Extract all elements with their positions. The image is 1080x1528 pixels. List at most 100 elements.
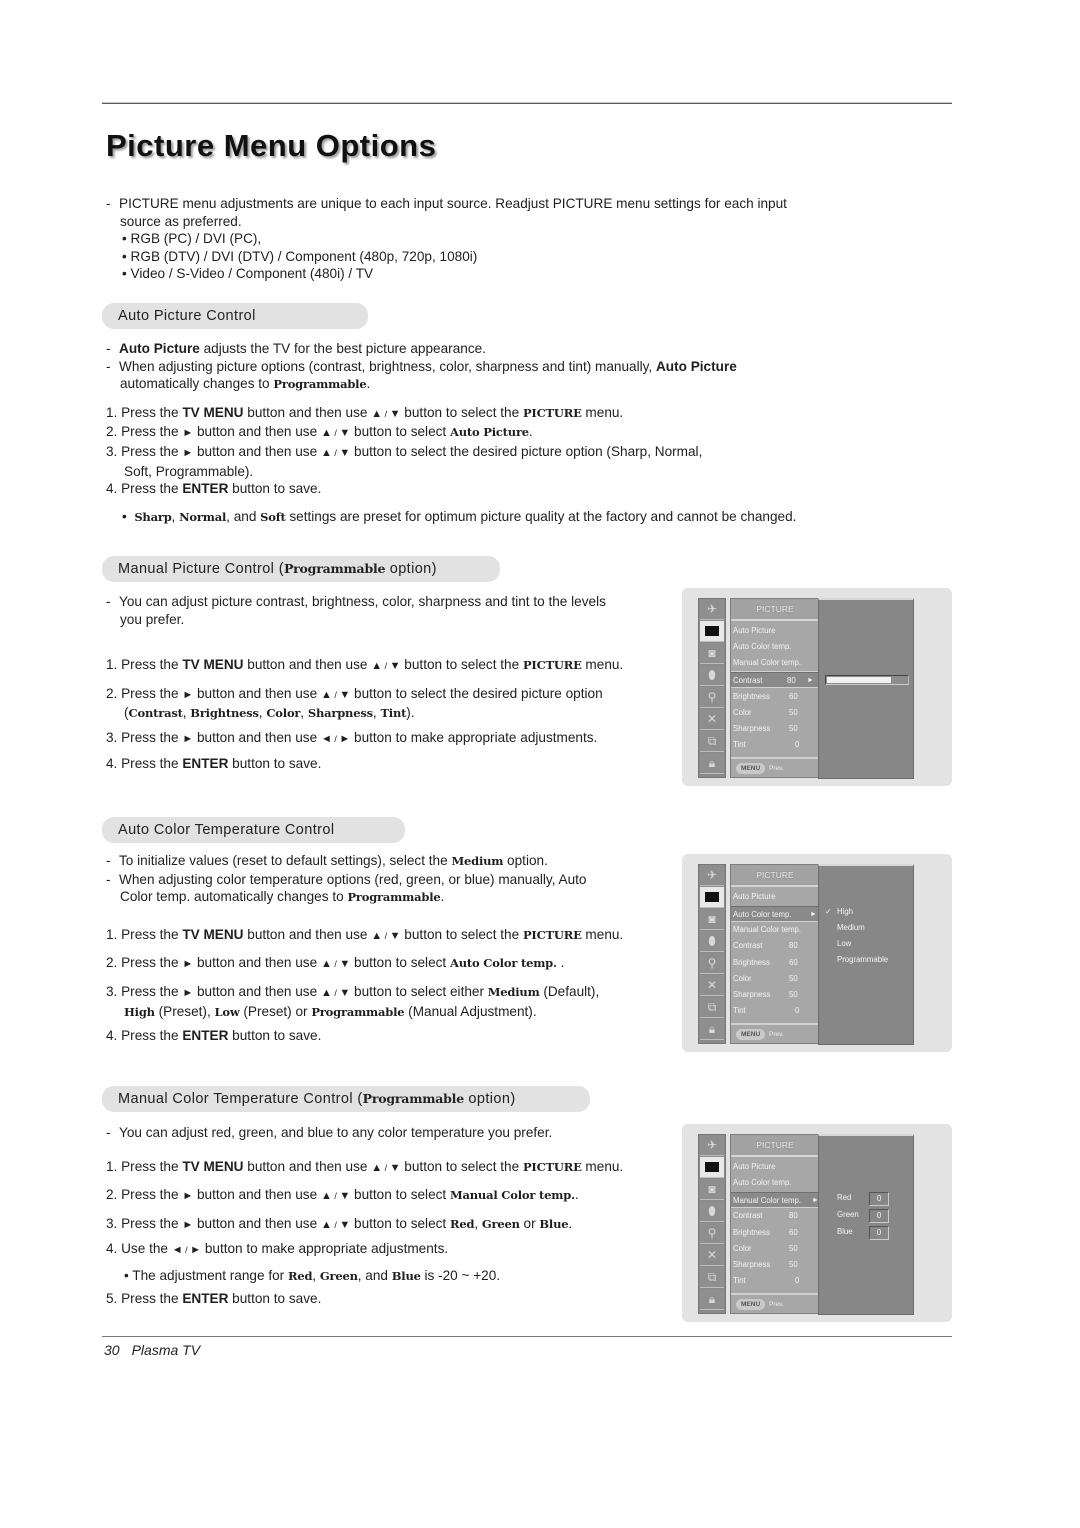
step-2: 2. Press the ► button and then use ▲ / ▼… (106, 424, 533, 440)
range-note: • The adjustment range for Red, Green, a… (124, 1267, 501, 1283)
contrast-level-bar[interactable] (825, 675, 909, 685)
picture-icon (700, 887, 724, 908)
rgb-value-blue[interactable]: 0 (869, 1226, 889, 1240)
osd-item-brightness[interactable]: Brightness 60 (733, 955, 817, 971)
rgb-label-red: Red (837, 1193, 852, 1202)
speaker-icon: ◙ (700, 1179, 724, 1200)
bottom-rule (102, 1336, 952, 1337)
pip-icon: ⧉ (700, 997, 724, 1018)
osd-prev-label: Prev. (769, 1301, 784, 1308)
contrast-level-fill (827, 677, 891, 683)
timer-icon: ⬮ (700, 931, 724, 952)
timer-icon: ⬮ (700, 1201, 724, 1222)
step-2: 2. Press the ► button and then use ▲ / ▼… (106, 685, 603, 701)
osd-item-sharpness[interactable]: Sharpness 50 (733, 987, 817, 1003)
check-icon: ✓ (825, 907, 832, 916)
auto-color-bullet-2-cont: Color temp. automatically changes to Pro… (120, 889, 445, 905)
speaker-icon: ◙ (700, 643, 724, 664)
step-4: 4. Use the ◄ / ► button to make appropri… (106, 1241, 449, 1257)
section-heading-manual-color-temp: Manual Color Temperature Control (Progra… (102, 1086, 590, 1112)
osd-picture-menu: PICTURE Auto Picture Auto Color temp. Ma… (730, 1134, 820, 1314)
step-3-cont: High (Preset), Low (Preset) or Programma… (124, 1003, 537, 1019)
step-3-cont: Soft, Programmable). (124, 463, 254, 479)
color-temp-option-medium[interactable]: Medium (837, 920, 865, 936)
step-1: 1. Press the TV MENU button and then use… (106, 404, 624, 420)
osd-item-color[interactable]: Color 50 (733, 1241, 817, 1257)
osd-screenshot-contrast: ✈ ◙ ⬮ ⚲ ✕ ⧉ 🔒︎ PICTURE Auto Picture Auto… (682, 588, 952, 786)
osd-item-tint[interactable]: Tint 0 (733, 737, 817, 753)
rgb-label-green: Green (837, 1210, 859, 1219)
osd-menu-button[interactable]: MENU (736, 763, 766, 774)
osd-item-auto-picture[interactable]: Auto Picture (733, 1159, 817, 1175)
intro-section: - PICTURE menu adjustments are unique to … (106, 195, 866, 283)
page-number: 30 (104, 1342, 120, 1358)
rgb-value-green[interactable]: 0 (869, 1209, 889, 1223)
osd-menu-button[interactable]: MENU (736, 1299, 766, 1310)
osd-item-contrast[interactable]: Contrast 80 (733, 1208, 817, 1224)
section-heading-auto-color-temp: Auto Color Temperature Control (102, 817, 405, 843)
osd-item-auto-picture[interactable]: Auto Picture (733, 889, 817, 905)
rgb-value-red[interactable]: 0 (869, 1192, 889, 1206)
section-heading-auto-picture: Auto Picture Control (102, 303, 368, 329)
osd-item-sharpness[interactable]: Sharpness 50 (733, 1257, 817, 1273)
step-1: 1. Press the TV MENU button and then use… (106, 1158, 624, 1174)
osd-item-tint[interactable]: Tint 0 (733, 1273, 817, 1289)
cross-icon: ✕ (700, 709, 724, 730)
osd-item-manual-color-temp[interactable]: Manual Color temp. (733, 922, 817, 938)
auto-picture-bullet-2: - When adjusting picture options (contras… (106, 358, 737, 374)
satellite-dish-icon: ✈ (700, 1135, 724, 1156)
osd-item-brightness[interactable]: Brightness 60 (733, 689, 817, 705)
step-3: 3. Press the ► button and then use ▲ / ▼… (106, 983, 600, 999)
osd-item-sharpness[interactable]: Sharpness 50 (733, 721, 817, 737)
auto-color-section: - To initialize values (reset to default … (106, 852, 666, 1045)
satellite-dish-icon: ✈ (700, 599, 724, 620)
osd-icon-bar: ✈ ◙ ⬮ ⚲ ✕ ⧉ 🔒︎ (698, 1134, 726, 1314)
osd-screenshot-auto-color-temp: ✈ ◙ ⬮ ⚲ ✕ ⧉ 🔒︎ PICTURE Auto Picture Auto… (682, 854, 952, 1052)
key-tag-icon: ⚲ (700, 1223, 724, 1244)
section-heading-manual-picture: Manual Picture Control (Programmable opt… (102, 556, 500, 582)
top-rule (102, 102, 952, 104)
osd-item-auto-picture[interactable]: Auto Picture (733, 623, 817, 639)
osd-item-tint[interactable]: Tint 0 (733, 1003, 817, 1019)
osd-rgb-panel: Red 0 Green 0 Blue 0 (818, 1134, 914, 1315)
osd-item-contrast[interactable]: Contrast 80 (733, 938, 817, 954)
osd-color-temp-panel: ✓ High Medium Low Programmable (818, 864, 914, 1045)
osd-menu-button[interactable]: MENU (736, 1029, 766, 1040)
osd-item-auto-color-temp[interactable]: Auto Color temp. (733, 639, 817, 655)
step-4: 4. Press the ENTER button to save. (106, 481, 322, 497)
osd-item-color[interactable]: Color 50 (733, 705, 817, 721)
osd-icon-bar: ✈ ◙ ⬮ ⚲ ✕ ⧉ 🔒︎ (698, 598, 726, 778)
osd-screenshot-manual-color-temp: ✈ ◙ ⬮ ⚲ ✕ ⧉ 🔒︎ PICTURE Auto Picture Auto… (682, 1124, 952, 1322)
cross-icon: ✕ (700, 1245, 724, 1266)
rgb-label-blue: Blue (837, 1227, 853, 1236)
key-tag-icon: ⚲ (700, 953, 724, 974)
manual-picture-bullet-cont: you prefer. (120, 611, 185, 627)
osd-item-manual-color-temp[interactable]: Manual Color temp. ► (731, 1192, 819, 1208)
step-2: 2. Press the ► button and then use ▲ / ▼… (106, 955, 565, 971)
step-2: 2. Press the ► button and then use ▲ / ▼… (106, 1187, 579, 1203)
source-item: • RGB (DTV) / DVI (DTV) / Component (480… (122, 248, 478, 264)
color-temp-option-high[interactable]: High (837, 904, 853, 920)
step-3: 3. Press the ► button and then use ▲ / ▼… (106, 1215, 573, 1231)
satellite-dish-icon: ✈ (700, 865, 724, 886)
source-item: • Video / S-Video / Component (480i) / T… (122, 266, 374, 282)
osd-item-contrast[interactable]: Contrast 80 ► (731, 672, 819, 688)
intro-text-cont: source as preferred. (120, 213, 242, 229)
osd-item-auto-color-temp[interactable]: Auto Color temp. ► (731, 906, 819, 922)
lock-icon: 🔒︎ (700, 753, 724, 774)
osd-item-auto-color-temp[interactable]: Auto Color temp. (733, 1175, 817, 1191)
osd-item-brightness[interactable]: Brightness 60 (733, 1225, 817, 1241)
cross-icon: ✕ (700, 975, 724, 996)
osd-item-manual-color-temp[interactable]: Manual Color temp. (733, 655, 817, 671)
step-4: 4. Press the ENTER button to save. (106, 1028, 322, 1044)
timer-icon: ⬮ (700, 665, 724, 686)
osd-icon-bar: ✈ ◙ ⬮ ⚲ ✕ ⧉ 🔒︎ (698, 864, 726, 1044)
color-temp-option-programmable[interactable]: Programmable (837, 952, 888, 968)
osd-menu-title: PICTURE (731, 599, 819, 621)
step-3: 3. Press the ► button and then use ▲ / ▼… (106, 443, 703, 459)
manual-picture-bullet: - You can adjust picture contrast, bright… (106, 594, 606, 609)
osd-item-color[interactable]: Color 50 (733, 971, 817, 987)
osd-picture-menu: PICTURE Auto Picture Auto Color temp. Ma… (730, 598, 820, 778)
color-temp-option-low[interactable]: Low (837, 936, 851, 952)
step-1: 1. Press the TV MENU button and then use… (106, 657, 624, 673)
